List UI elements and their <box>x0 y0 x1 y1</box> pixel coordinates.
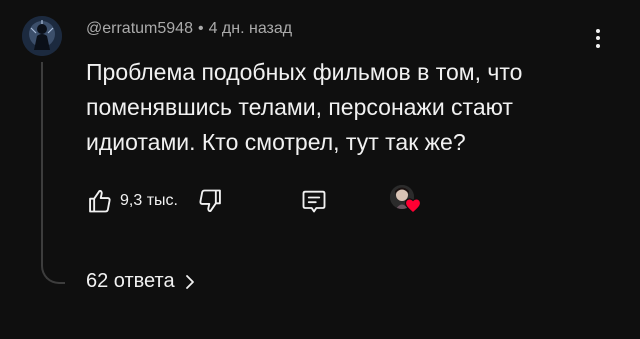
comment-text: Проблема подобных фильмов в том, что пом… <box>86 59 523 155</box>
reply-button[interactable] <box>300 184 328 218</box>
like-button[interactable]: 9,3 тыс. <box>86 184 178 218</box>
like-count: 9,3 тыс. <box>120 192 178 209</box>
reply-comment-icon <box>302 190 326 213</box>
meta-separator: • <box>197 20 204 37</box>
author-avatar[interactable] <box>22 16 62 56</box>
comment-thread: @erratum5948 • 4 дн. назад Проблема подобн… <box>0 0 640 339</box>
more-vert-icon[interactable] <box>586 26 610 50</box>
heart-icon <box>404 198 422 214</box>
thumbs-up-icon <box>89 190 111 213</box>
author-handle[interactable]: @erratum5948 <box>86 20 193 37</box>
creator-heart <box>388 184 428 218</box>
replies-count-label: 62 ответа <box>86 270 175 292</box>
replies-thread-line <box>41 62 65 284</box>
thumbs-down-icon <box>199 189 221 212</box>
view-replies-button[interactable]: 62 ответа <box>86 270 197 293</box>
comment-meta: @erratum5948 • 4 дн. назад <box>86 20 292 38</box>
comment-time[interactable]: 4 дн. назад <box>209 20 293 37</box>
dislike-button[interactable] <box>196 184 224 218</box>
chevron-right-icon <box>185 274 194 289</box>
